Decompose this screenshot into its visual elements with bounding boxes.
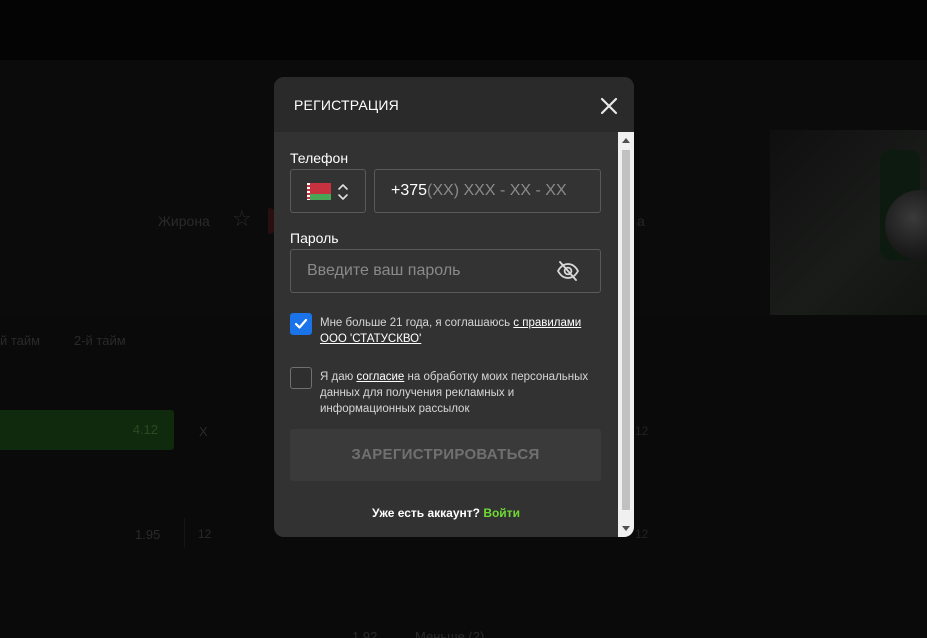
odd-highlight: 4.12 bbox=[0, 410, 174, 450]
scroll-up-button[interactable] bbox=[618, 132, 634, 148]
registration-modal: РЕГИСТРАЦИЯ Телефон +375(XX) XXX - XX - … bbox=[274, 77, 634, 537]
ads-consent-checkbox[interactable] bbox=[290, 367, 312, 389]
odd-bottom-1: 1.92 bbox=[352, 629, 378, 638]
modal-header: РЕГИСТРАЦИЯ bbox=[274, 77, 634, 132]
eye-hidden-icon[interactable] bbox=[556, 260, 580, 282]
odd-x-label: X bbox=[199, 424, 208, 439]
phone-mask-placeholder: (XX) XXX - XX - XX bbox=[427, 182, 567, 199]
modal-scrollbar[interactable] bbox=[618, 132, 634, 537]
age-consent-label: Мне больше 21 года, я соглашаюсь bbox=[320, 317, 514, 329]
odd-value-195: 1.95 bbox=[135, 527, 161, 542]
chevron-updown-icon bbox=[338, 184, 348, 200]
login-question: Уже есть аккаунт? bbox=[372, 506, 480, 520]
triangle-down-icon bbox=[622, 526, 630, 531]
age-consent-checkbox[interactable] bbox=[290, 313, 312, 335]
password-placeholder: Введите ваш пароль bbox=[307, 262, 461, 279]
checkmark-icon bbox=[294, 318, 308, 329]
scrollbar-thumb[interactable] bbox=[622, 150, 630, 510]
team-right-name: а bbox=[637, 213, 645, 229]
belarus-flag-icon bbox=[307, 183, 331, 200]
scroll-down-button[interactable] bbox=[618, 521, 634, 537]
consent-link[interactable]: согласие bbox=[356, 371, 404, 383]
phone-country-code: +375 bbox=[391, 182, 428, 199]
ads-consent-text: Я даю согласие на обработку моих персона… bbox=[320, 369, 605, 417]
odd-value-12: 12 bbox=[198, 527, 212, 541]
close-button[interactable] bbox=[599, 96, 619, 116]
odd-highlight-value: 4.12 bbox=[132, 422, 158, 437]
password-input[interactable]: Введите ваш пароль bbox=[290, 249, 601, 293]
close-icon bbox=[600, 97, 618, 115]
odd-right-1: 12 bbox=[635, 424, 649, 438]
site-header bbox=[0, 0, 927, 60]
odds-divider bbox=[184, 518, 185, 548]
triangle-up-icon bbox=[622, 138, 630, 143]
odd-bottom-2: Меньше (2) bbox=[415, 629, 485, 638]
phone-input[interactable]: +375(XX) XXX - XX - XX bbox=[374, 169, 601, 213]
phone-label: Телефон bbox=[290, 150, 349, 166]
odd-right-2: 12 bbox=[635, 527, 649, 541]
login-link[interactable]: Войти bbox=[483, 506, 520, 520]
star-icon: ☆ bbox=[232, 206, 252, 231]
modal-body: Телефон +375(XX) XXX - XX - XX Пароль Вв… bbox=[274, 132, 618, 537]
modal-title: РЕГИСТРАЦИЯ bbox=[294, 97, 399, 113]
ads-consent-label-before: Я даю bbox=[320, 371, 357, 383]
tab-first-half: й тайм bbox=[0, 333, 41, 348]
tab-second-half: 2-й тайм bbox=[74, 333, 126, 348]
team-left-name: Жирона bbox=[158, 213, 210, 229]
login-prompt: Уже есть аккаунт? Войти bbox=[274, 506, 618, 520]
register-button[interactable]: ЗАРЕГИСТРИРОВАТЬСЯ bbox=[290, 429, 601, 481]
password-label: Пароль bbox=[290, 230, 339, 246]
country-select[interactable] bbox=[290, 169, 366, 213]
age-consent-text: Мне больше 21 года, я соглашаюсь с прави… bbox=[320, 315, 605, 347]
